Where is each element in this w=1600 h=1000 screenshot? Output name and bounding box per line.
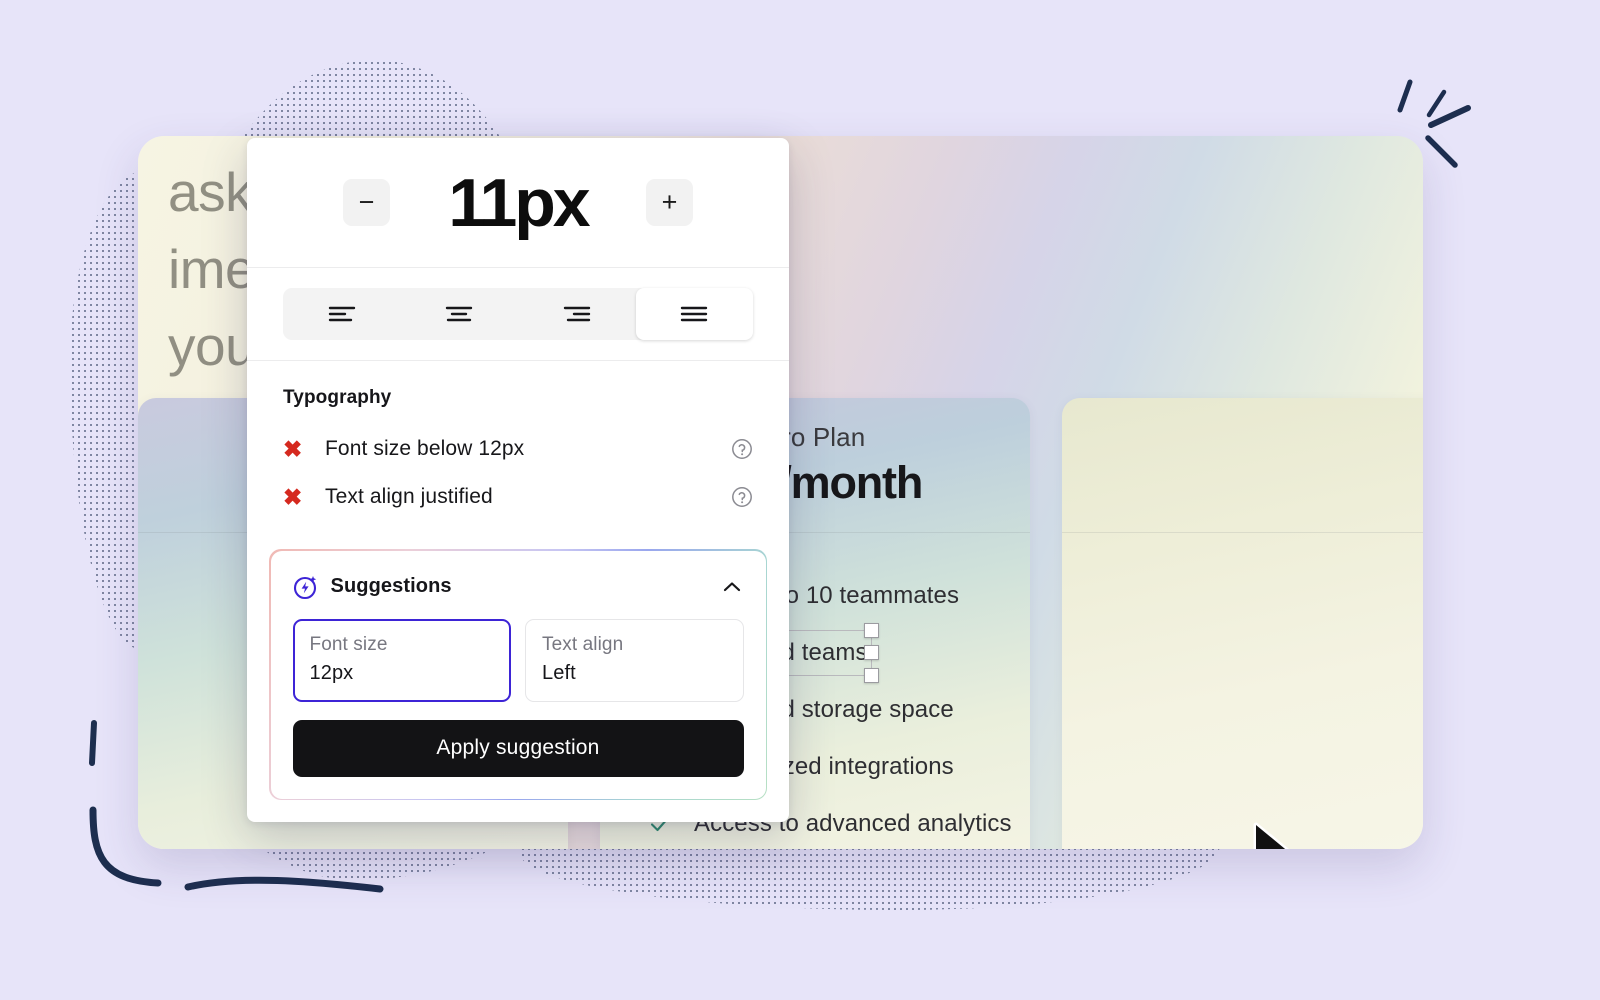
text-align-segmented [283,288,753,340]
align-justify-icon [681,306,708,322]
suggestions-inner: Suggestions Font size 12px Text align Le… [270,550,766,799]
suggestion-label: Font size [309,633,388,655]
suggestions-title: Suggestions [330,575,452,597]
help-circle-icon[interactable] [731,438,753,460]
typography-section-title: Typography [283,387,392,408]
suggestion-value: Left [542,661,576,684]
align-left-button[interactable] [283,288,401,340]
align-center-button[interactable] [401,288,519,340]
align-center-icon [446,306,473,322]
chevron-up-icon[interactable] [720,575,744,599]
text-align-control [247,268,789,361]
issue-label: Text align justified [325,485,493,508]
typography-settings-panel: − 11px + Typography ✖ Font size below 12… [247,138,789,822]
apply-suggestion-button[interactable]: Apply suggestion [292,719,744,777]
align-justify-button[interactable] [635,288,753,340]
font-size-stepper: − 11px + [247,138,789,268]
font-size-increase-button[interactable]: + [646,179,693,226]
suggestion-card-text-align[interactable]: Text align Left [525,618,744,702]
screen: ask a nd real ime n erything you ne work… [0,0,1600,1000]
font-size-value: 11px [448,164,590,241]
suggestions-panel: Suggestions Font size 12px Text align Le… [269,549,767,800]
align-left-icon [328,306,355,322]
pricing-card[interactable] [1062,398,1423,849]
typography-issue-row[interactable]: ✖ Text align justified [283,473,753,521]
pricing-card-header [1062,398,1423,533]
mouse-pointer-icon [1253,822,1290,849]
align-right-icon [563,306,590,322]
font-size-decrease-button[interactable]: − [343,179,390,226]
typography-section: Typography ✖ Font size below 12px ✖ Text… [247,361,789,535]
help-circle-icon[interactable] [731,486,753,508]
error-x-icon: ✖ [283,435,303,462]
suggestion-value: 12px [309,661,354,684]
typography-issue-row[interactable]: ✖ Font size below 12px [283,425,753,473]
suggestions-header: Suggestions [293,569,744,605]
resize-handle-top-right[interactable] [864,623,879,638]
issue-label: Font size below 12px [325,437,525,460]
suggestion-options: Font size 12px Text align Left [292,618,744,702]
suggestion-label: Text align [542,633,624,655]
align-right-button[interactable] [518,288,636,340]
sparkle-bolt-icon [293,575,316,599]
suggestion-card-font-size[interactable]: Font size 12px [292,618,511,702]
error-x-icon: ✖ [283,483,303,510]
